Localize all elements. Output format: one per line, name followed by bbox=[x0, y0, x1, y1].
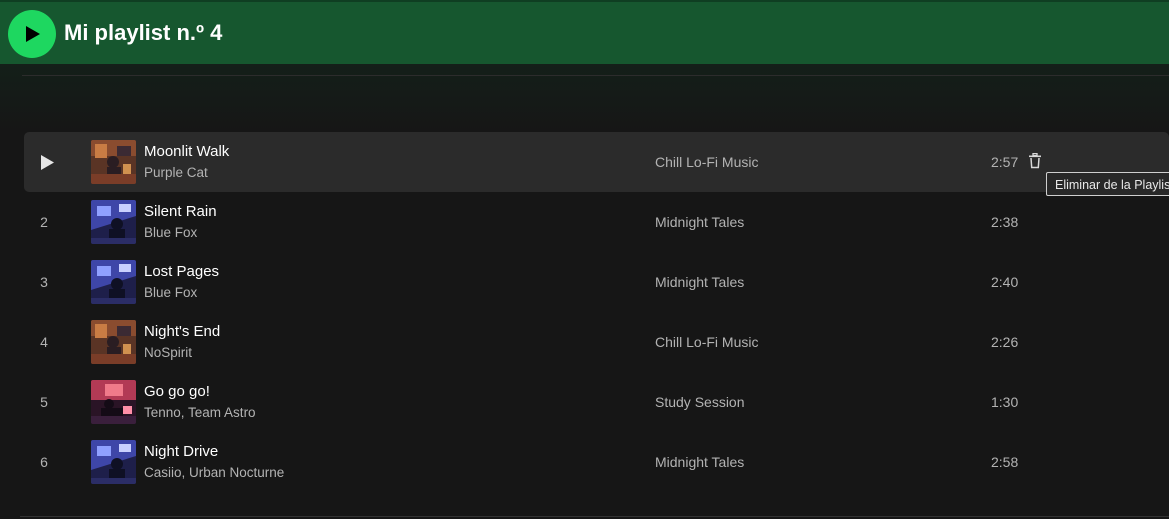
album-cover bbox=[91, 140, 136, 184]
track-album[interactable]: Chill Lo-Fi Music bbox=[655, 332, 758, 352]
track-duration: 2:40 bbox=[991, 274, 1019, 290]
play-playlist-button[interactable] bbox=[8, 10, 56, 58]
track-row[interactable]: Moonlit Walk Purple Cat Chill Lo-Fi Music 2… bbox=[24, 132, 1169, 192]
track-row[interactable]: 5 Go go go! Tenno, Team Astro Study Session… bbox=[24, 372, 1169, 432]
track-artist[interactable]: Casiio, Urban Nocturne bbox=[144, 464, 284, 482]
track-row[interactable]: 3 Lost Pages Blue Fox Midnight Tales 2:40 bbox=[24, 252, 1169, 312]
track-title[interactable]: Moonlit Walk bbox=[144, 142, 229, 162]
track-duration: 1:30 bbox=[991, 394, 1019, 410]
trash-icon bbox=[1029, 152, 1041, 169]
album-cover bbox=[91, 260, 136, 304]
album-cover bbox=[91, 380, 136, 424]
track-artist[interactable]: Blue Fox bbox=[144, 284, 197, 302]
divider bbox=[22, 75, 1169, 76]
remove-from-playlist-button[interactable] bbox=[1028, 152, 1042, 169]
track-title[interactable]: Night Drive bbox=[144, 442, 218, 462]
track-title[interactable]: Night's End bbox=[144, 322, 220, 342]
track-number: 2 bbox=[40, 214, 48, 230]
track-album[interactable]: Study Session bbox=[655, 392, 745, 412]
play-icon bbox=[26, 26, 40, 42]
album-cover bbox=[91, 200, 136, 244]
playlist-view: Mi playlist n.º 4 Moonlit Walk Purple Cat… bbox=[0, 0, 1169, 519]
track-number: 3 bbox=[40, 274, 48, 290]
track-duration: 2:26 bbox=[991, 334, 1019, 350]
track-artist[interactable]: Tenno, Team Astro bbox=[144, 404, 256, 422]
track-duration: 2:57 bbox=[991, 154, 1019, 170]
track-row[interactable]: 4 Night's End NoSpirit Chill Lo-Fi Music 2:2… bbox=[24, 312, 1169, 372]
track-duration: 2:58 bbox=[991, 454, 1019, 470]
divider bbox=[20, 516, 1169, 517]
track-title[interactable]: Silent Rain bbox=[144, 202, 217, 222]
playlist-header: Mi playlist n.º 4 bbox=[0, 0, 1169, 66]
track-number: 5 bbox=[40, 394, 48, 410]
track-artist[interactable]: Blue Fox bbox=[144, 224, 197, 242]
track-artist[interactable]: Purple Cat bbox=[144, 164, 208, 182]
track-album[interactable]: Midnight Tales bbox=[655, 272, 744, 292]
track-row[interactable]: 2 Silent Rain Blue Fox Midnight Tales 2:38 bbox=[24, 192, 1169, 252]
album-cover bbox=[91, 320, 136, 364]
track-title[interactable]: Go go go! bbox=[144, 382, 210, 402]
play-track-button[interactable] bbox=[41, 155, 54, 175]
album-cover bbox=[91, 440, 136, 484]
track-duration: 2:38 bbox=[991, 214, 1019, 230]
track-album[interactable]: Midnight Tales bbox=[655, 452, 744, 472]
track-album[interactable]: Midnight Tales bbox=[655, 212, 744, 232]
track-artist[interactable]: NoSpirit bbox=[144, 344, 192, 362]
page-title: Mi playlist n.º 4 bbox=[64, 20, 223, 45]
track-number: 4 bbox=[40, 334, 48, 350]
delete-tooltip: Eliminar de la Playlist bbox=[1046, 172, 1169, 196]
track-number: 6 bbox=[40, 454, 48, 470]
play-icon bbox=[41, 155, 54, 170]
track-row[interactable]: 6 Night Drive Casiio, Urban Nocturne Midnig… bbox=[24, 432, 1169, 492]
track-title[interactable]: Lost Pages bbox=[144, 262, 219, 282]
track-album[interactable]: Chill Lo-Fi Music bbox=[655, 152, 758, 172]
